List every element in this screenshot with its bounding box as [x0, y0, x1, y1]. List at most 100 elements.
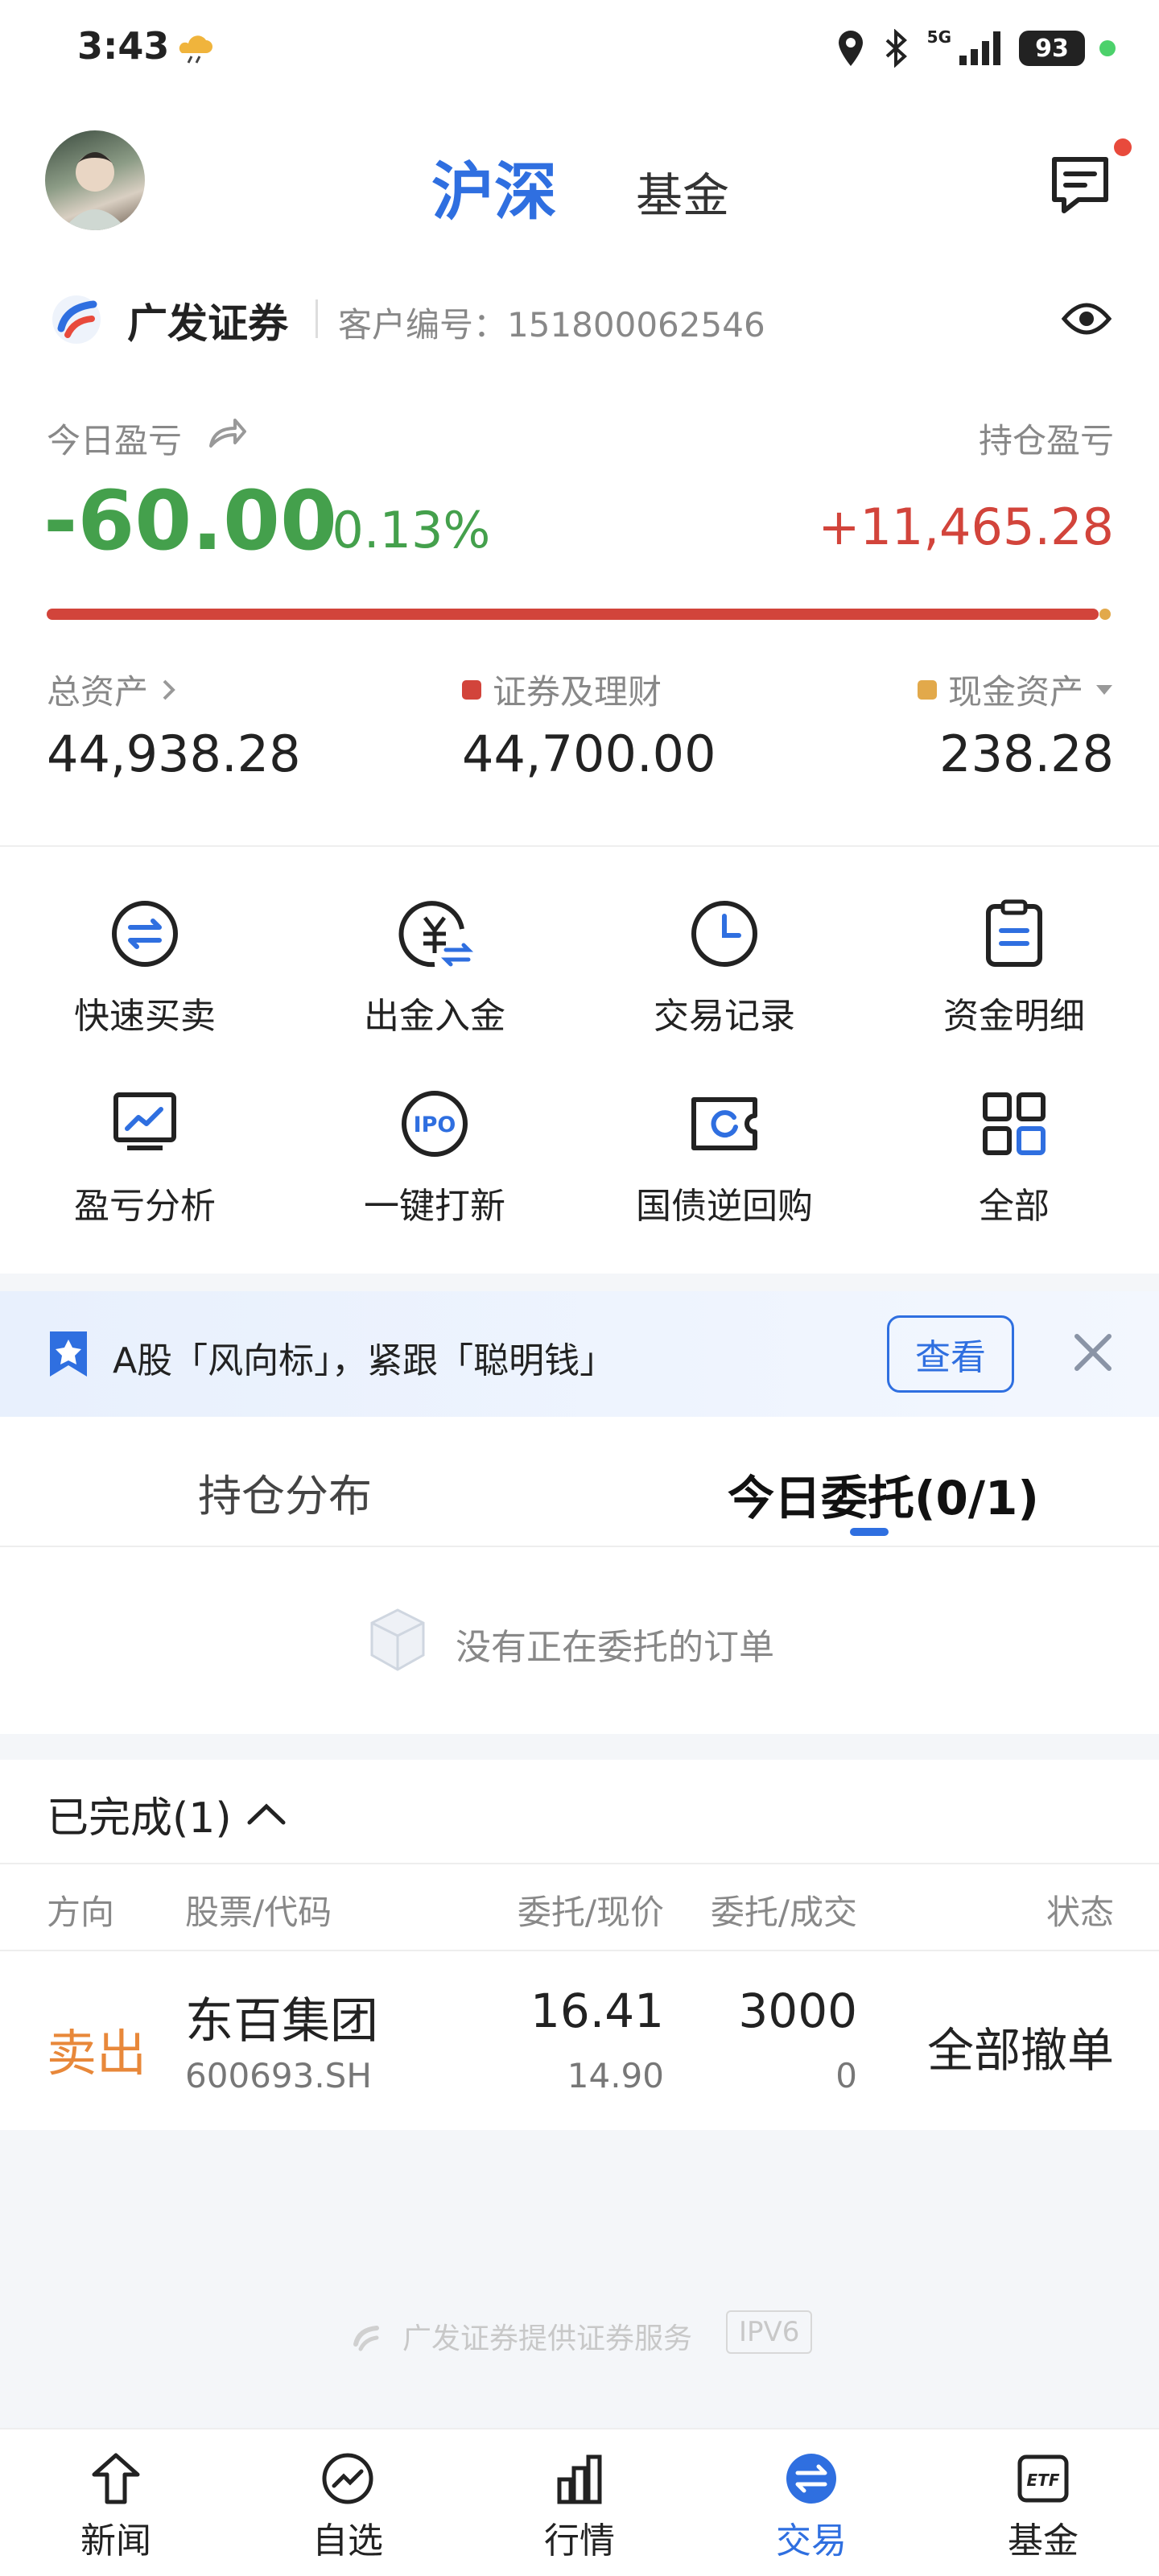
- tab-active-indicator: [850, 1528, 889, 1536]
- quick-action-fast-trade[interactable]: 快速买卖: [0, 894, 290, 1038]
- tab-today-orders[interactable]: 今日委托(0/1): [728, 1460, 1039, 1528]
- nav-label: 基金: [1008, 2520, 1079, 2562]
- notification-dot: [1114, 138, 1132, 156]
- section-divider: [0, 845, 1159, 847]
- quick-action-pnl-analysis[interactable]: 盈亏分析: [0, 1084, 290, 1228]
- quick-action-label: 盈亏分析: [74, 1186, 216, 1227]
- filled-quantity: 0: [835, 2056, 857, 2095]
- market-icon: [557, 2454, 602, 2504]
- banner-text: A股「风向标」，紧跟「聪明钱」: [113, 1340, 616, 1381]
- trade-icon: [786, 2454, 836, 2504]
- weather-icon: [179, 35, 212, 64]
- quick-action-deposit-withdraw[interactable]: 出金入金: [290, 894, 580, 1038]
- total-assets-value: 44,938.28: [47, 724, 301, 783]
- quick-action-all[interactable]: 全部: [869, 1084, 1159, 1228]
- order-price: 16.41: [530, 1984, 664, 2038]
- securities-legend-square: [462, 679, 481, 700]
- order-direction: 卖出: [47, 2024, 147, 2083]
- nav-item-news[interactable]: 新闻: [0, 2450, 232, 2563]
- quick-action-label: 资金明细: [943, 996, 1085, 1037]
- column-header-quantity: 委托/成交: [710, 1893, 857, 1932]
- watchlist-icon: [322, 2453, 373, 2504]
- signal-icon: [959, 31, 1000, 65]
- share-icon[interactable]: [206, 414, 248, 452]
- banner-view-button[interactable]: 查看: [887, 1315, 1014, 1393]
- ticket-icon: [691, 1097, 757, 1150]
- total-assets-label[interactable]: 总资产: [47, 665, 179, 714]
- section-gap: [0, 1734, 1159, 1760]
- message-icon[interactable]: [1048, 153, 1112, 217]
- close-icon[interactable]: [1070, 1330, 1116, 1375]
- page-footer-area: [0, 2130, 1159, 2428]
- news-icon: [92, 2453, 140, 2504]
- nav-label: 交易: [776, 2520, 847, 2562]
- quick-action-label: 出金入金: [364, 996, 505, 1037]
- nav-item-market[interactable]: 行情: [464, 2450, 695, 2563]
- current-price: 14.90: [567, 2056, 664, 2095]
- section-gap: [0, 1274, 1159, 1291]
- grid-icon: [983, 1092, 1046, 1155]
- ipo-icon: IPO: [402, 1091, 468, 1157]
- column-header-direction: 方向: [47, 1893, 115, 1932]
- today-pnl-percent: -0.13%: [314, 501, 491, 559]
- securities-text: 证券及理财: [493, 672, 662, 712]
- stock-name: 东百集团: [185, 1993, 378, 2050]
- quick-action-trade-records[interactable]: 交易记录: [580, 894, 869, 1038]
- status-indicators: 5G 93: [835, 27, 1116, 69]
- bluetooth-icon: [885, 29, 907, 68]
- total-assets-text: 总资产: [47, 672, 149, 712]
- network-label: 5G: [926, 27, 951, 47]
- clock-icon: [691, 901, 757, 967]
- quick-action-label: 全部: [979, 1186, 1050, 1227]
- tab-fund[interactable]: 基金: [636, 158, 729, 225]
- chevron-up-icon[interactable]: [243, 1797, 290, 1829]
- etf-icon: ETF: [1017, 2454, 1069, 2503]
- quick-action-fund-details[interactable]: 资金明细: [869, 894, 1159, 1038]
- holding-pnl-value: +11,465.28: [818, 497, 1115, 556]
- svg-text:ETF: ETF: [1027, 2471, 1060, 2490]
- column-header-status: 状态: [1046, 1893, 1114, 1932]
- footer-logo-icon: [353, 2326, 379, 2351]
- quick-action-label: 国债逆回购: [636, 1186, 813, 1227]
- column-header-price: 委托/现价: [517, 1893, 664, 1932]
- chevron-right-icon: [163, 679, 175, 700]
- tab-position-distribution[interactable]: 持仓分布: [198, 1460, 372, 1524]
- cash-text: 现金资产: [947, 672, 1083, 712]
- yuan-transfer-icon: [398, 901, 474, 968]
- securities-label: 证券及理财: [462, 665, 662, 714]
- bookmark-star-icon: [50, 1331, 87, 1377]
- nav-item-watchlist[interactable]: 自选: [232, 2450, 464, 2563]
- svg-text:IPO: IPO: [414, 1113, 456, 1137]
- cash-assets-label[interactable]: 现金资产: [917, 665, 1114, 714]
- empty-box-icon: [370, 1608, 425, 1671]
- cash-assets-value: 238.28: [939, 724, 1114, 783]
- swap-icon: [112, 901, 178, 967]
- quick-action-label: 交易记录: [654, 996, 795, 1037]
- tab-shanghai-shenzhen[interactable]: 沪深: [431, 142, 557, 232]
- eye-icon[interactable]: [1061, 298, 1112, 340]
- chart-monitor-icon: [113, 1092, 176, 1150]
- nav-item-trade[interactable]: 交易: [695, 2450, 927, 2563]
- order-status: 全部撤单: [926, 2023, 1114, 2078]
- avatar-image: [63, 152, 127, 230]
- nav-label: 行情: [544, 2520, 615, 2562]
- quick-action-label: 一键打新: [364, 1186, 505, 1227]
- quick-action-ipo[interactable]: IPO 一键打新: [290, 1084, 580, 1228]
- broker-logo-icon: [52, 295, 101, 344]
- column-header-stock: 股票/代码: [185, 1893, 332, 1932]
- broker-divider: [316, 299, 318, 338]
- tabs-divider: [0, 1546, 1159, 1547]
- avatar[interactable]: [45, 130, 145, 230]
- order-quantity: 3000: [738, 1984, 857, 2038]
- empty-orders-text: 没有正在委托的订单: [456, 1627, 774, 1668]
- caret-down-icon: [1096, 684, 1112, 695]
- today-pnl-label: 今日盈亏: [47, 421, 183, 460]
- ipv6-badge: IPV6: [726, 2310, 813, 2354]
- holding-pnl-label: 持仓盈亏: [978, 421, 1114, 460]
- asset-ratio-cash-segment: [1099, 609, 1111, 620]
- nav-label: 新闻: [80, 2520, 151, 2562]
- nav-item-fund[interactable]: ETF 基金: [927, 2450, 1159, 2563]
- quick-action-reverse-repo[interactable]: 国债逆回购: [580, 1084, 869, 1228]
- completed-section-title[interactable]: 已完成(1): [47, 1784, 232, 1844]
- asset-ratio-bar: [47, 609, 1099, 620]
